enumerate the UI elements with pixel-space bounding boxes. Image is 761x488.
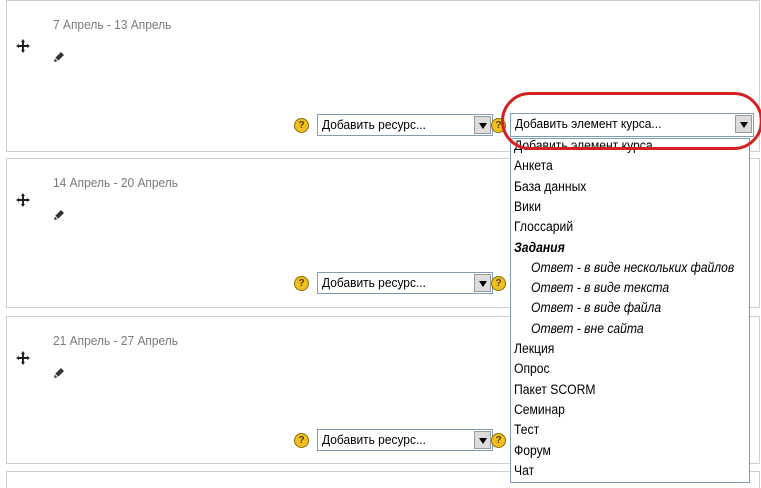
- dropdown-option[interactable]: Вики: [514, 199, 541, 214]
- dropdown-option[interactable]: Ответ - в виде файла: [531, 300, 661, 315]
- edit-icon[interactable]: [53, 51, 65, 63]
- chevron-down-icon[interactable]: [474, 116, 491, 134]
- edit-icon[interactable]: [53, 367, 65, 379]
- add-resource-select[interactable]: Добавить ресурс...: [317, 114, 493, 136]
- section-title: 21 Апрель - 27 Апрель: [53, 333, 179, 348]
- dropdown-option[interactable]: Ответ - вне сайта: [531, 321, 644, 336]
- add-activity-dropdown-list: Добавить элемент курса... Анкета База данн…: [510, 138, 750, 483]
- move-icon[interactable]: [16, 351, 30, 365]
- help-icon[interactable]: ?: [294, 276, 309, 291]
- help-icon[interactable]: ?: [294, 118, 309, 133]
- dropdown-option[interactable]: Чат: [514, 463, 534, 478]
- add-resource-select[interactable]: Добавить ресурс...: [317, 272, 493, 294]
- chevron-down-icon[interactable]: [474, 274, 491, 292]
- help-icon[interactable]: ?: [294, 433, 309, 448]
- dropdown-option[interactable]: Глоссарий: [514, 219, 573, 234]
- section-title: 14 Апрель - 20 Апрель: [53, 175, 179, 190]
- add-resource-value: Добавить ресурс...: [322, 432, 426, 447]
- dropdown-option[interactable]: Ответ - в виде нескольких файлов: [531, 260, 734, 275]
- dropdown-option[interactable]: Опрос: [514, 361, 550, 376]
- section-title: 7 Апрель - 13 Апрель: [53, 17, 172, 32]
- highlight-annotation: [501, 92, 761, 150]
- dropdown-option[interactable]: Форум: [514, 443, 551, 458]
- dropdown-option[interactable]: База данных: [514, 179, 586, 194]
- help-icon[interactable]: ?: [491, 276, 506, 291]
- dropdown-option-group: Задания: [514, 239, 565, 255]
- move-icon[interactable]: [16, 193, 30, 207]
- chevron-down-icon[interactable]: [474, 431, 491, 449]
- move-icon[interactable]: [16, 39, 30, 53]
- add-resource-value: Добавить ресурс...: [322, 275, 426, 290]
- help-icon[interactable]: ?: [491, 433, 506, 448]
- dropdown-option[interactable]: Ответ - в виде текста: [531, 280, 669, 295]
- dropdown-option[interactable]: Анкета: [514, 158, 553, 173]
- dropdown-option[interactable]: Семинар: [514, 402, 565, 417]
- edit-icon[interactable]: [53, 209, 65, 221]
- dropdown-option[interactable]: Тест: [514, 422, 539, 437]
- dropdown-option[interactable]: Лекция: [514, 341, 554, 356]
- add-resource-select[interactable]: Добавить ресурс...: [317, 429, 493, 451]
- add-resource-value: Добавить ресурс...: [322, 117, 426, 132]
- dropdown-option[interactable]: Пакет SCORM: [514, 382, 595, 397]
